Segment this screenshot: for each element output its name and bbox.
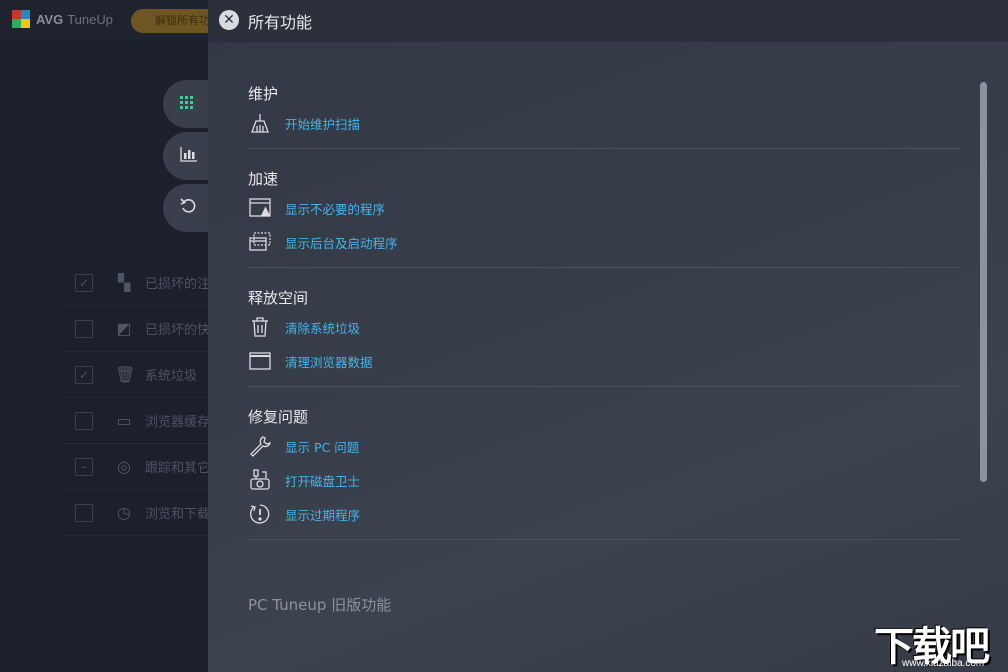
broom-icon xyxy=(248,111,272,135)
trash-icon: 🗑 xyxy=(115,364,136,384)
browser-window-icon xyxy=(248,349,272,373)
show-background-startup-programs-link[interactable]: 显示后台及启动程序 xyxy=(248,225,960,259)
scrollbar-thumb[interactable] xyxy=(980,82,987,482)
list-item-label: 已损坏的注 xyxy=(145,277,211,292)
list-item-label: 系统垃圾 xyxy=(145,369,198,384)
close-icon: ✕ xyxy=(223,12,235,28)
wrench-icon xyxy=(248,434,272,458)
disk-doctor-icon xyxy=(248,468,272,492)
avg-logo-icon xyxy=(12,10,30,28)
history-icon: ◷ xyxy=(117,502,131,522)
section-maintenance: 维护 开始维护扫描 xyxy=(248,80,960,149)
list-item[interactable]: – ◎ 跟踪和其它 xyxy=(63,444,223,490)
link-label: 显示后台及启动程序 xyxy=(285,235,398,251)
list-item[interactable]: ◩ 已损坏的快 xyxy=(63,306,223,352)
checkbox[interactable] xyxy=(75,319,93,338)
section-speedup: 加速 显示不必要的程序 显示后台及启动程序 xyxy=(248,149,960,268)
checkbox[interactable] xyxy=(75,411,93,430)
list-item[interactable]: ✓ ▚ 已损坏的注 xyxy=(63,260,223,306)
open-disk-doctor-link[interactable]: 打开磁盘卫士 xyxy=(248,463,960,497)
section-title: 维护 xyxy=(248,85,279,103)
trash-icon xyxy=(248,315,272,339)
list-item-label: 已损坏的快 xyxy=(145,323,211,338)
windows-stack-icon xyxy=(248,230,272,254)
feature-list: 维护 开始维护扫描 加速 显示不必要的程序 显示后台及启动程序 释放空间 清除系… xyxy=(248,80,960,540)
checkbox-partial[interactable]: – xyxy=(75,457,93,476)
section-fix-problems: 修复问题 显示 PC 问题 打开磁盘卫士 显示过期程序 xyxy=(248,387,960,540)
browser-icon: ▭ xyxy=(116,410,132,430)
grid-icon xyxy=(180,95,194,114)
undo-icon xyxy=(180,197,198,219)
clean-system-junk-link[interactable]: 清除系统垃圾 xyxy=(248,310,960,344)
outdated-clock-icon xyxy=(248,502,272,526)
watermark: 下载吧 www.xiazaiba.com xyxy=(868,614,1008,672)
apps-icon: ▚ xyxy=(117,272,131,292)
list-item-label: 浏览和下载 xyxy=(145,507,211,522)
all-features-panel: ✕ 所有功能 维护 开始维护扫描 加速 显示不必要的程序 显示后台及启动程序 释… xyxy=(208,0,1008,672)
list-item-label: 跟踪和其它 xyxy=(145,461,211,476)
link-label: 开始维护扫描 xyxy=(285,116,361,132)
window-warning-icon xyxy=(248,196,272,220)
show-pc-problems-link[interactable]: 显示 PC 问题 xyxy=(248,429,960,463)
link-label: 显示 PC 问题 xyxy=(285,439,360,455)
checkbox-checked[interactable]: ✓ xyxy=(75,273,93,292)
watermark-url: www.xiazaiba.com xyxy=(902,658,985,669)
target-icon: ◎ xyxy=(117,456,131,476)
start-maintenance-scan-link[interactable]: 开始维护扫描 xyxy=(248,106,960,140)
list-item[interactable]: ▭ 浏览器缓存 xyxy=(63,398,223,444)
link-label: 清理浏览器数据 xyxy=(285,354,373,370)
section-title: 修复问题 xyxy=(248,408,309,426)
close-button[interactable]: ✕ xyxy=(219,10,239,30)
section-title: 加速 xyxy=(248,170,279,188)
link-label: 显示过期程序 xyxy=(285,507,361,523)
panel-header: ✕ 所有功能 xyxy=(208,0,1008,42)
shortcut-icon: ◩ xyxy=(116,318,132,338)
section-title: 释放空间 xyxy=(248,289,309,307)
list-item[interactable]: ✓ 🗑 系统垃圾 xyxy=(63,352,223,398)
show-outdated-programs-link[interactable]: 显示过期程序 xyxy=(248,497,960,531)
checkbox-checked[interactable]: ✓ xyxy=(75,365,93,384)
list-item-label: 浏览器缓存 xyxy=(145,415,211,430)
checkbox[interactable] xyxy=(75,503,93,522)
avg-logo: AVG TuneUp xyxy=(12,10,113,28)
clean-browser-data-link[interactable]: 清理浏览器数据 xyxy=(248,344,960,378)
legacy-features-title: PC Tuneup 旧版功能 xyxy=(248,596,392,614)
background-issue-list: ✓ ▚ 已损坏的注 ◩ 已损坏的快 ✓ 🗑 系统垃圾 ▭ 浏览器缓存 – ◎ 跟… xyxy=(63,260,223,536)
product-name: TuneUp xyxy=(67,11,113,27)
section-free-space: 释放空间 清除系统垃圾 清理浏览器数据 xyxy=(248,268,960,387)
list-item[interactable]: ◷ 浏览和下载 xyxy=(63,490,223,536)
brand-name: AVG xyxy=(36,11,64,27)
panel-title: 所有功能 xyxy=(248,13,313,32)
link-label: 显示不必要的程序 xyxy=(285,201,386,217)
show-unnecessary-programs-link[interactable]: 显示不必要的程序 xyxy=(248,191,960,225)
bar-chart-icon xyxy=(180,146,198,166)
link-label: 清除系统垃圾 xyxy=(285,320,361,336)
link-label: 打开磁盘卫士 xyxy=(285,473,361,489)
